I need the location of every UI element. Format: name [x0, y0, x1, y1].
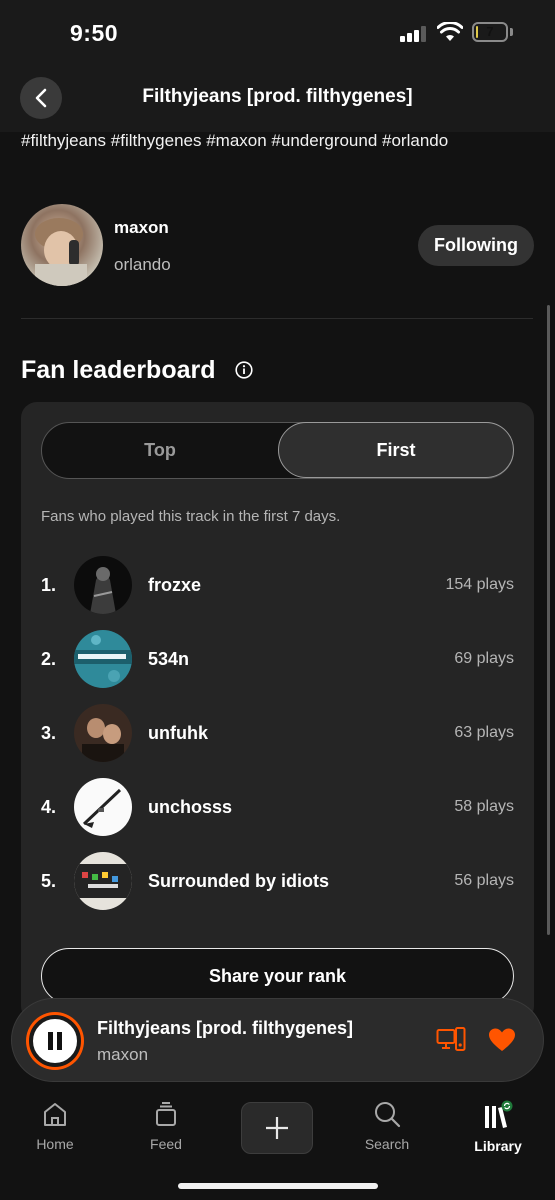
heart-icon[interactable]: [488, 1027, 516, 1053]
cellular-signal-icon: [400, 26, 428, 42]
battery-nub: [510, 28, 513, 36]
fan-rank: 3.: [41, 723, 57, 743]
tab-top[interactable]: Top: [42, 423, 278, 477]
fan-plays: 56 plays: [454, 872, 514, 889]
upload-button[interactable]: [241, 1102, 313, 1154]
fan-photo: [74, 630, 132, 688]
fan-name[interactable]: unfuhk: [148, 723, 208, 744]
pause-icon-bar: [57, 1032, 62, 1050]
artist-name[interactable]: maxon: [114, 218, 169, 238]
fan-rank: 5.: [41, 871, 57, 891]
tab-home[interactable]: Home: [10, 1100, 100, 1152]
battery-percent: 7: [486, 24, 494, 39]
tab-first[interactable]: First: [278, 422, 514, 478]
avatar[interactable]: [74, 556, 132, 614]
tab-label: Home: [36, 1136, 74, 1152]
tab-library[interactable]: Library: [453, 1100, 543, 1154]
status-time: 9:50: [70, 20, 119, 46]
tab-label: Library: [474, 1138, 522, 1154]
fan-name[interactable]: frozxe: [148, 575, 201, 596]
tab-label: Feed: [150, 1136, 182, 1152]
wifi-icon: [437, 22, 463, 41]
fan-plays: 154 plays: [445, 576, 515, 593]
connected-devices-icon[interactable]: [436, 1027, 466, 1053]
track-header: Filthyjeans [prod. filthygenes]: [0, 64, 555, 132]
fan-plays: 58 plays: [454, 798, 514, 815]
search-icon: [375, 1102, 401, 1128]
list-item[interactable]: 1. frozxe 154 plays: [41, 556, 514, 616]
fan-name[interactable]: unchosss: [148, 797, 232, 818]
leaderboard-toggle: Top First: [41, 422, 514, 479]
share-rank-button[interactable]: Share your rank: [41, 948, 514, 1004]
mini-player[interactable]: Filthyjeans [prod. filthygenes] maxon: [11, 998, 544, 1082]
leaderboard-description: Fans who played this track in the first …: [41, 508, 341, 525]
library-icon: [485, 1100, 513, 1128]
feed-icon: [156, 1102, 176, 1126]
list-item[interactable]: 5. Surrounded by idiots 56 plays: [41, 852, 514, 912]
plus-icon: [266, 1117, 288, 1139]
fan-plays: 69 plays: [454, 650, 514, 667]
artist-photo: [35, 218, 87, 286]
avatar[interactable]: [74, 778, 132, 836]
list-item[interactable]: 2. 534n 69 plays: [41, 630, 514, 690]
divider: [21, 318, 533, 319]
player-artist[interactable]: maxon: [97, 1045, 148, 1065]
tab-search[interactable]: Search: [342, 1100, 432, 1152]
pause-button[interactable]: [29, 1015, 81, 1067]
pause-icon-bar: [48, 1032, 53, 1050]
tab-feed[interactable]: Feed: [121, 1100, 211, 1152]
track-tags[interactable]: #filthyjeans #filthygenes #maxon #underg…: [21, 130, 541, 152]
leaderboard-title: Fan leaderboard: [21, 356, 216, 384]
avatar[interactable]: [74, 704, 132, 762]
fan-photo: [74, 556, 132, 614]
fan-rank: 1.: [41, 575, 57, 595]
fan-photo: [74, 778, 132, 836]
battery-icon: 7: [472, 22, 508, 42]
artist-city: orlando: [114, 255, 171, 274]
artist-avatar[interactable]: [21, 204, 103, 286]
list-item[interactable]: 4. unchosss 58 plays: [41, 778, 514, 838]
fan-photo: [74, 852, 132, 910]
fan-rank: 4.: [41, 797, 57, 817]
following-button[interactable]: Following: [418, 225, 534, 266]
fan-plays: 63 plays: [454, 724, 514, 741]
list-item[interactable]: 3. unfuhk 63 plays: [41, 704, 514, 764]
fan-rank: 2.: [41, 649, 57, 669]
scrollbar[interactable]: [547, 305, 550, 935]
fan-photo: [74, 704, 132, 762]
info-icon[interactable]: [235, 361, 253, 379]
player-track-title[interactable]: Filthyjeans [prod. filthygenes]: [97, 1018, 353, 1039]
fan-name[interactable]: Surrounded by idiots: [148, 871, 329, 892]
fan-name[interactable]: 534n: [148, 649, 189, 670]
home-indicator[interactable]: [178, 1183, 378, 1189]
header-title: Filthyjeans [prod. filthygenes]: [142, 86, 413, 107]
avatar[interactable]: [74, 630, 132, 688]
tab-label: Search: [364, 1136, 410, 1152]
home-icon: [44, 1103, 66, 1126]
avatar[interactable]: [74, 852, 132, 910]
status-bar: 9:50 7: [0, 0, 555, 64]
leaderboard-card: Top First Fans who played this track in …: [21, 402, 534, 1022]
